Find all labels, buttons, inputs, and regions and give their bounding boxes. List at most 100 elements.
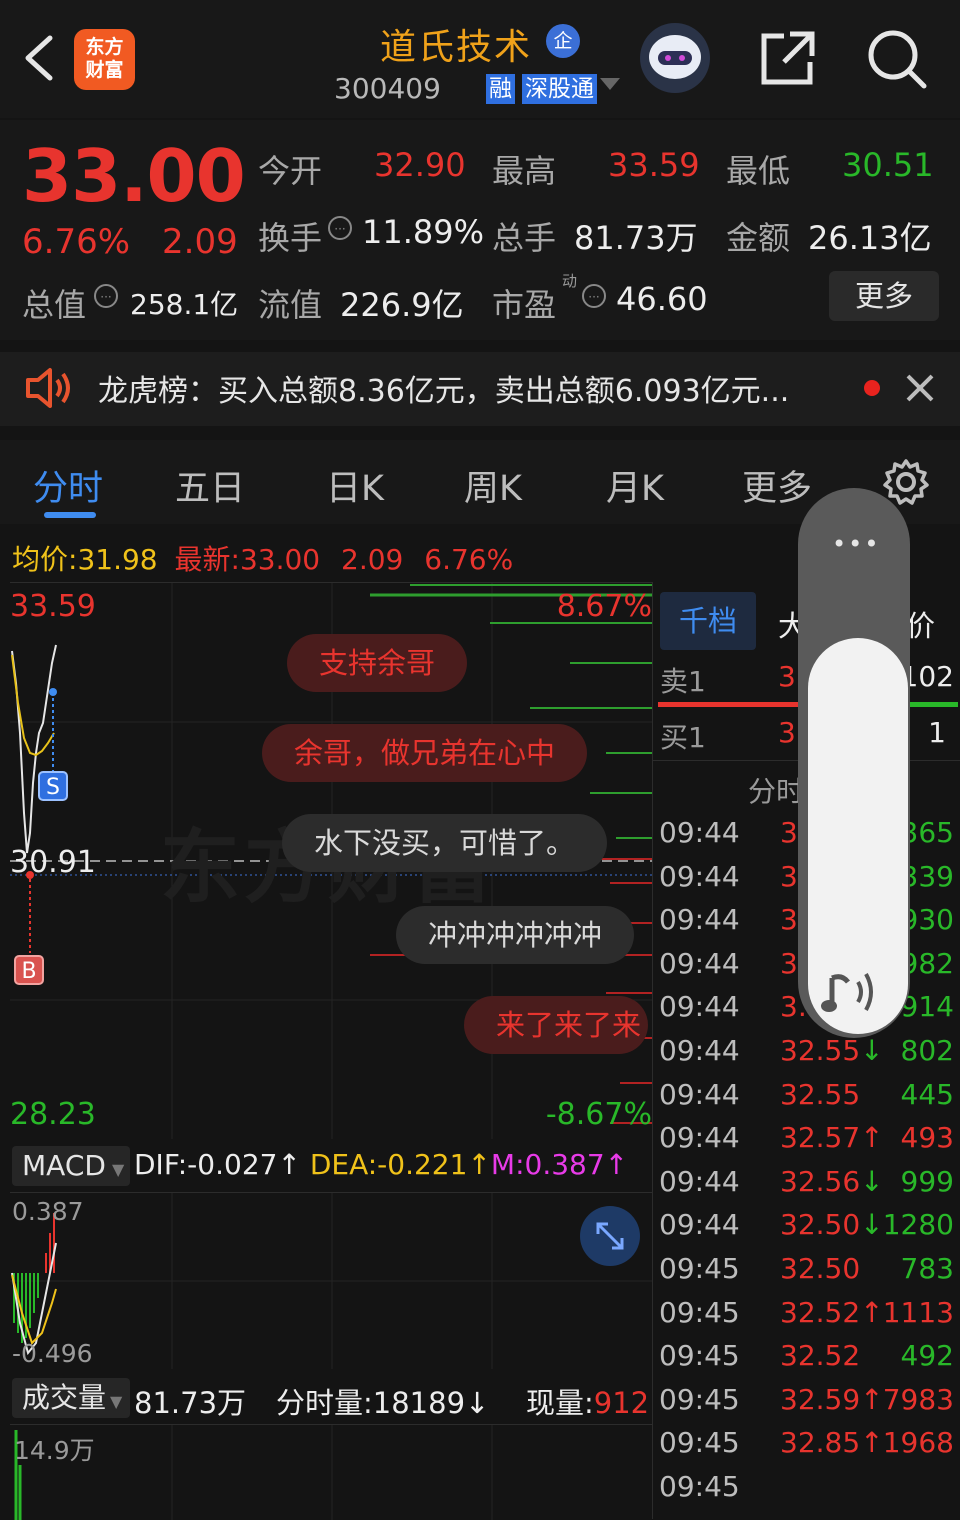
open-label: 今开 <box>258 152 323 190</box>
tick-price-value: 3 <box>780 859 798 893</box>
tab-underline <box>44 512 96 518</box>
sell-marker[interactable]: S <box>38 771 68 801</box>
arrow-down-icon: ↓ <box>860 1034 884 1067</box>
tick-time: 09:45 <box>659 1339 740 1373</box>
tick-price: 32.52↑ <box>780 1296 884 1329</box>
tick-time: 09:44 <box>659 1077 740 1111</box>
volume-indicator-select[interactable]: 成交量 ▼ <box>12 1378 130 1418</box>
gear-icon <box>883 459 929 505</box>
info-icon[interactable]: ··· <box>328 216 352 240</box>
volume-period: 分时量:18189↓ <box>276 1380 489 1422</box>
latest-change-amount: 2.09 <box>341 543 404 576</box>
tick-volume: 7983 <box>882 1382 954 1416</box>
macd-m: M:0.387 <box>490 1148 605 1181</box>
info-icon[interactable]: ··· <box>582 284 606 308</box>
tab-weekly-k[interactable]: 周K <box>464 460 522 511</box>
danmaku-comment[interactable]: 冲冲冲冲冲冲 <box>396 906 635 964</box>
connect-tag: 深股通 <box>522 74 597 104</box>
tab-price[interactable]: 价 <box>906 603 935 645</box>
tick-time: 09:44 <box>659 1121 740 1155</box>
latest-change-percent: 6.76% <box>424 543 514 576</box>
macd-axis-bottom: -0.496 <box>12 1339 93 1368</box>
volume-value: 81.73万 <box>574 219 698 257</box>
tick-time: 09:45 <box>659 1382 740 1416</box>
notice-text[interactable]: 龙虎榜：买入总额8.36亿元，卖出总额6.093亿元... <box>98 366 789 410</box>
market-cap-value: 258.1亿 <box>130 288 239 321</box>
tab-more[interactable]: 更多 <box>742 460 812 511</box>
app-logo: 东方 财富 <box>74 29 135 90</box>
arrow-up-icon: ↑ <box>467 1148 491 1181</box>
buy1-price: 3 <box>778 716 796 749</box>
y-axis-top: 33.59 <box>10 589 96 624</box>
back-button[interactable] <box>18 30 62 86</box>
tick-price: 32.57↑ <box>780 1121 884 1154</box>
tick-price-value: 32.52 <box>780 1295 861 1329</box>
dropdown-icon: ▼ <box>111 1160 125 1179</box>
logo-line1: 东方 <box>85 36 124 58</box>
pe-label: 市盈 <box>492 286 557 324</box>
sell1-price: 3 <box>778 660 796 693</box>
high-label: 最高 <box>492 152 557 190</box>
dropdown-icon: ▼ <box>110 1392 123 1411</box>
tick-price: 3 <box>780 860 798 893</box>
assistant-robot-icon[interactable] <box>640 23 710 93</box>
fullscreen-button[interactable] <box>580 1206 640 1266</box>
more-button[interactable]: 更多 <box>829 271 939 321</box>
macd-axis-top: 0.387 <box>12 1197 84 1226</box>
volume-period-value: 分时量:18189 <box>276 1386 466 1420</box>
ticks-header: 分时 <box>748 775 805 808</box>
arrow-up-icon: ↑ <box>860 1426 884 1460</box>
buy-marker[interactable]: B <box>14 955 44 985</box>
tick-volume: 445 <box>900 1077 954 1111</box>
close-button[interactable] <box>904 372 936 408</box>
sell1-label: 卖1 <box>660 665 706 698</box>
menu-dots-icon[interactable]: ••• <box>832 530 880 558</box>
volume-chart[interactable]: 14.9万 <box>10 1424 652 1520</box>
buy1-label: 买1 <box>660 721 706 754</box>
tab-level2[interactable]: 千档 <box>660 592 756 650</box>
tab-five-day[interactable]: 五日 <box>175 460 245 511</box>
stock-code: 300409 <box>334 72 441 105</box>
price-summary-bar: 均价:31.98 最新:33.00 2.09 6.76% <box>12 538 513 578</box>
tick-price-value: 32.52 <box>780 1339 861 1373</box>
tick-price: 32.55 <box>780 1078 860 1111</box>
danmaku-comment[interactable]: 余哥，做兄弟在心中 <box>262 724 588 782</box>
danmaku-comment[interactable]: 支持余哥 <box>287 634 468 692</box>
macd-svg <box>10 1193 652 1369</box>
search-button[interactable] <box>866 28 928 90</box>
pe-value: 46.60 <box>616 280 708 318</box>
caret-down-icon[interactable] <box>600 78 620 90</box>
info-icon[interactable]: ··· <box>94 284 118 308</box>
tick-price: 32.55↓ <box>780 1034 884 1067</box>
tick-price-value: 3 <box>780 816 798 849</box>
tick-volume: 1113 <box>882 1295 954 1329</box>
stock-name[interactable]: 道氏技术 <box>380 18 532 70</box>
tick-volume: 1280 <box>882 1208 954 1242</box>
indicator-select[interactable]: MACD ▼ <box>12 1146 130 1186</box>
tick-volume: 802 <box>900 1034 954 1067</box>
arrow-down-icon: ↓ <box>860 1208 884 1242</box>
float-cap-label: 流值 <box>258 286 323 324</box>
y-axis-bottom: 28.23 <box>10 1097 96 1132</box>
tick-price-value: 32.55 <box>780 1034 861 1067</box>
chevron-left-icon <box>25 35 53 81</box>
danmaku-comment[interactable]: 水下没买，可惜了。 <box>282 814 608 872</box>
arrow-up-icon: ↑ <box>277 1148 301 1181</box>
latest-value: 33.00 <box>239 543 321 576</box>
tick-price: 3 <box>780 903 798 936</box>
low-value: 30.51 <box>842 146 934 184</box>
speaker-icon <box>24 366 74 414</box>
tick-time: 09:45 <box>659 1295 740 1329</box>
low-label: 最低 <box>726 152 791 190</box>
tick-price-value: 32.85 <box>780 1426 861 1460</box>
macd-chart[interactable]: 0.387 -0.496 <box>10 1192 652 1369</box>
tick-price-value: 32.50 <box>780 1252 861 1285</box>
tick-time: 09:44 <box>659 859 740 893</box>
tab-monthly-k[interactable]: 月K <box>606 460 664 511</box>
danmaku-comment[interactable]: 来了来了来 <box>464 996 648 1054</box>
share-button[interactable] <box>758 28 818 88</box>
tab-intraday[interactable]: 分时 <box>33 460 103 511</box>
arrow-up-icon: ↑ <box>860 1382 884 1416</box>
tab-daily-k[interactable]: 日K <box>326 460 384 511</box>
tick-time: 09:44 <box>659 990 740 1024</box>
